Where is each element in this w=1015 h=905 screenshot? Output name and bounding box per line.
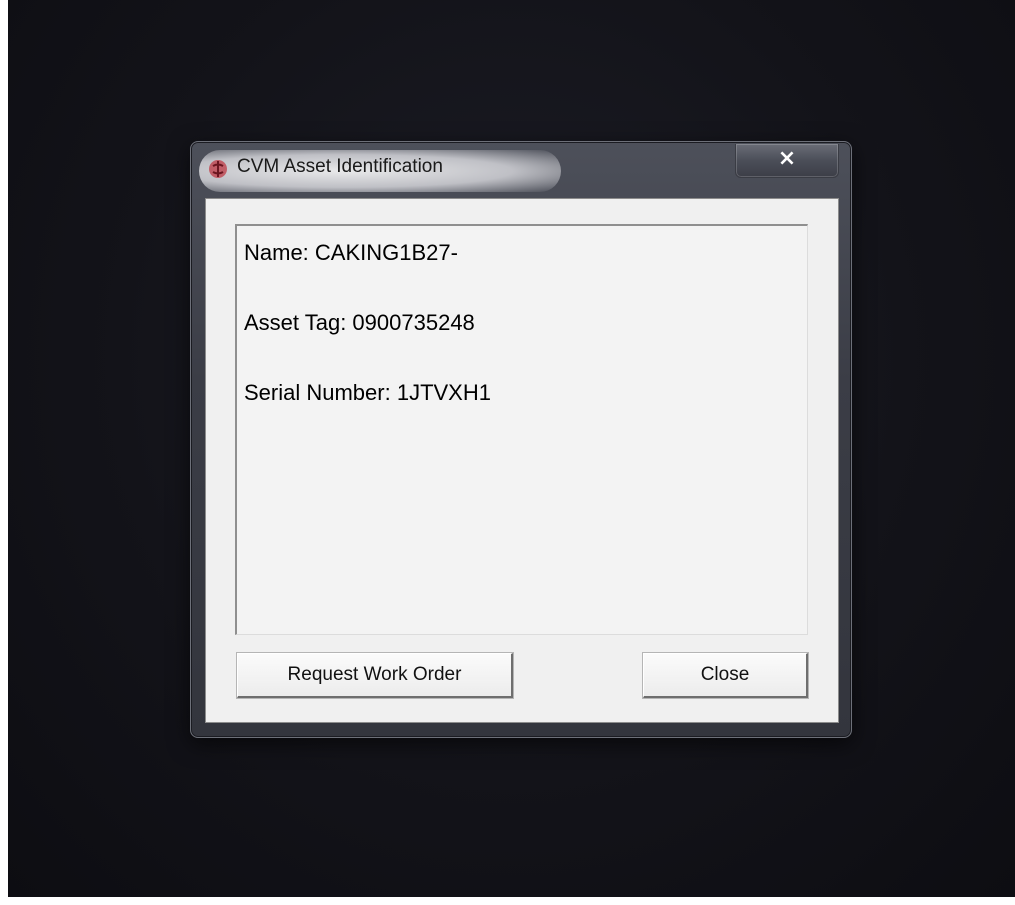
- close-icon: ×: [777, 146, 797, 171]
- asset-name-text: Name: CAKING1B27-: [244, 240, 458, 265]
- window-title: CVM Asset Identification: [237, 156, 443, 177]
- dialog-client-area: Name: CAKING1B27- Asset Tag: 0900735248 …: [205, 198, 839, 723]
- asset-identification-window: CVM Asset Identification × Name: CAKING1…: [190, 141, 852, 738]
- asset-tag-text: Asset Tag: 0900735248: [244, 310, 475, 335]
- serial-number-text: Serial Number: 1JTVXH1: [244, 380, 491, 405]
- cvm-app-icon: [209, 160, 227, 178]
- request-work-order-button[interactable]: Request Work Order: [237, 653, 513, 698]
- asset-info-textbox[interactable]: Name: CAKING1B27- Asset Tag: 0900735248 …: [235, 224, 808, 635]
- window-close-button[interactable]: ×: [735, 144, 839, 178]
- close-button[interactable]: Close: [643, 653, 808, 698]
